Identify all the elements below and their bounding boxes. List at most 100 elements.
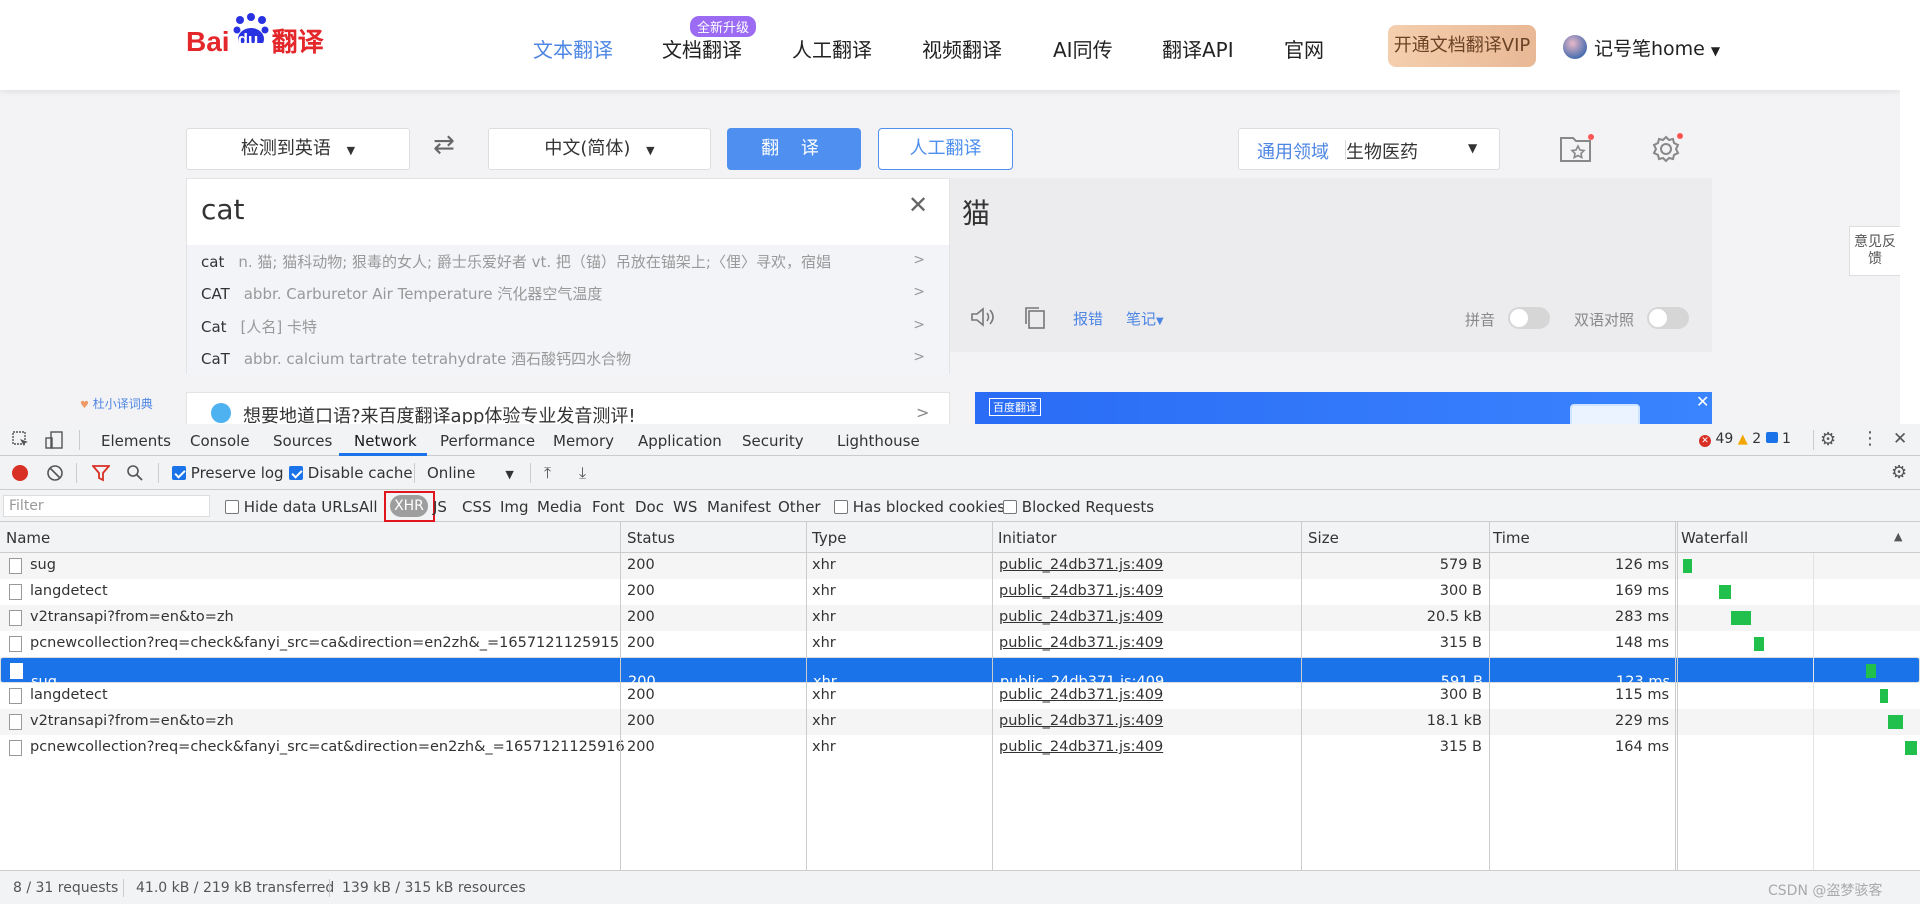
clear-input-icon[interactable]: ✕ — [908, 191, 928, 219]
type-filter-doc[interactable]: Doc — [635, 498, 664, 516]
tab-application[interactable]: Application — [638, 432, 722, 450]
table-row[interactable]: pcnewcollection?req=check&fanyi_src=cat&… — [0, 735, 1920, 761]
throttling-select[interactable]: Online ▼ — [427, 464, 514, 482]
pinyin-toggle[interactable] — [1508, 307, 1550, 329]
swap-languages-icon[interactable]: ⇄ — [433, 130, 455, 160]
column-size[interactable]: Size — [1308, 529, 1339, 547]
devtools-settings-gear-icon[interactable]: ⚙ — [1820, 429, 1836, 450]
user-menu[interactable]: 记号笔home ▼ — [1594, 34, 1720, 61]
notes-dropdown[interactable]: 笔记▼ — [1126, 308, 1164, 329]
request-initiator[interactable]: public_24db371.js:409 — [999, 635, 1163, 651]
speaker-icon[interactable] — [970, 306, 996, 332]
tab-performance[interactable]: Performance — [440, 432, 535, 450]
export-har-icon[interactable]: ⤓ — [579, 463, 586, 483]
tab-sources[interactable]: Sources — [273, 432, 332, 450]
network-settings-gear-icon[interactable]: ⚙ — [1891, 462, 1907, 483]
type-filter-js[interactable]: JS — [433, 498, 447, 516]
nav-human-translate[interactable]: 人工翻译 — [792, 34, 872, 63]
bilingual-toggle[interactable] — [1647, 307, 1689, 329]
suggestion-item[interactable]: CaT abbr. calcium tartrate tetrahydrate 酒… — [201, 348, 631, 369]
suggestion-item[interactable]: CAT abbr. Carburetor Air Temperature 汽化器空… — [201, 283, 602, 304]
table-row[interactable]: sug 200 xhr public_24db371.js:409 591 B 123 m… — [0, 657, 1920, 690]
column-type[interactable]: Type — [812, 529, 846, 547]
blocked-requests-checkbox[interactable]: Blocked Requests — [1003, 498, 1154, 516]
tab-memory[interactable]: Memory — [553, 432, 614, 450]
type-filter-font[interactable]: Font — [592, 498, 625, 516]
close-devtools-icon[interactable]: ✕ — [1893, 429, 1907, 449]
table-row[interactable]: pcnewcollection?req=check&fanyi_src=ca&d… — [0, 631, 1920, 657]
request-initiator[interactable]: public_24db371.js:409 — [999, 739, 1163, 755]
human-translate-button[interactable]: 人工翻译 — [878, 128, 1013, 170]
more-options-icon[interactable]: ⋮ — [1861, 428, 1879, 449]
column-time[interactable]: Time — [1493, 529, 1530, 547]
import-har-icon[interactable]: ⤒ — [544, 463, 551, 483]
type-filter-img[interactable]: Img — [500, 498, 529, 516]
has-blocked-cookies-checkbox[interactable]: Has blocked cookies — [834, 498, 1005, 516]
report-error-link[interactable]: 报错 — [1073, 308, 1103, 329]
type-filter-css[interactable]: CSS — [462, 498, 492, 516]
promo-banner[interactable]: 想要地道口语?来百度翻译app体验专业发音测评! > — [186, 392, 950, 424]
hide-data-urls-checkbox[interactable]: Hide data URLs — [225, 498, 359, 516]
table-row[interactable]: v2transapi?from=en&to=zh 200 xhr public_24d… — [0, 605, 1920, 631]
type-filter-ws[interactable]: WS — [673, 498, 697, 516]
type-filter-media[interactable]: Media — [537, 498, 582, 516]
device-toolbar-icon[interactable] — [44, 430, 64, 454]
request-initiator[interactable]: public_24db371.js:409 — [999, 557, 1163, 573]
domain-select[interactable]: 通用领域 生物医药 ▼ — [1238, 128, 1500, 170]
column-initiator[interactable]: Initiator — [998, 529, 1057, 547]
translate-button[interactable]: 翻 译 — [727, 128, 861, 170]
nav-translate-api[interactable]: 翻译API — [1162, 34, 1234, 63]
disable-cache-checkbox[interactable]: Disable cache — [289, 464, 413, 482]
close-ad-icon[interactable]: ✕ — [1696, 392, 1709, 411]
ad-banner[interactable]: 百度翻译 ✕ — [975, 392, 1712, 424]
nav-ai-interpret[interactable]: AI同传 — [1053, 34, 1113, 63]
settings-gear-icon[interactable] — [1650, 132, 1684, 168]
baidu-translate-logo[interactable]: Bai du 翻译 — [186, 13, 324, 59]
tab-console[interactable]: Console — [190, 432, 250, 450]
clear-log-icon[interactable] — [46, 464, 64, 486]
column-waterfall[interactable]: Waterfall — [1681, 529, 1748, 547]
request-initiator[interactable]: public_24db371.js:409 — [999, 687, 1163, 703]
dictionary-link[interactable]: ♥ 杜小译词典 — [80, 395, 153, 412]
target-language-select[interactable]: 中文(简体) ▼ — [488, 128, 711, 170]
record-button-icon[interactable] — [12, 465, 28, 481]
type-filter-all[interactable]: All — [359, 498, 378, 516]
type-filter-other[interactable]: Other — [778, 498, 821, 516]
tab-elements[interactable]: Elements — [101, 432, 171, 450]
search-icon[interactable] — [126, 464, 144, 486]
column-name[interactable]: Name — [6, 529, 50, 547]
nav-video-translate[interactable]: 视频翻译 — [922, 34, 1002, 63]
table-row[interactable]: langdetect 200 xhr public_24db371.js:409 300… — [0, 579, 1920, 605]
tab-network[interactable]: Network — [354, 432, 417, 450]
type-filter-xhr[interactable]: XHR — [390, 495, 428, 517]
table-row[interactable]: v2transapi?from=en&to=zh 200 xhr public_24d… — [0, 709, 1920, 735]
suggestion-item[interactable]: cat n. 猫; 猫科动物; 狠毒的女人; 爵士乐爱好者 vt. 把（锚）吊放在… — [201, 251, 831, 272]
issue-counters[interactable]: ✕ 49 ▲ 2 1 — [1699, 431, 1791, 447]
filter-input[interactable]: Filter — [3, 495, 210, 517]
domain-general-label[interactable]: 通用领域 — [1257, 138, 1329, 164]
table-row[interactable]: sug 200 xhr public_24db371.js:409 579 B 126 m… — [0, 553, 1920, 579]
tab-security[interactable]: Security — [742, 432, 804, 450]
preserve-log-checkbox[interactable]: Preserve log — [172, 464, 284, 482]
vip-button[interactable]: 开通文档翻译VIP — [1388, 25, 1536, 67]
source-language-select[interactable]: 检测到英语 ▼ — [186, 128, 410, 170]
inspect-element-icon[interactable] — [12, 431, 30, 453]
table-row[interactable]: langdetect 200 xhr public_24db371.js:409 300… — [0, 683, 1920, 709]
type-filter-manifest[interactable]: Manifest — [707, 498, 771, 516]
request-initiator[interactable]: public_24db371.js:409 — [999, 713, 1163, 729]
request-initiator[interactable]: public_24db371.js:409 — [999, 583, 1163, 599]
nav-official-site[interactable]: 官网 — [1284, 34, 1324, 63]
source-text-input[interactable]: cat — [201, 193, 245, 226]
tab-lighthouse[interactable]: Lighthouse — [837, 432, 920, 450]
feedback-button[interactable]: 意见反馈 — [1849, 226, 1900, 276]
sort-ascending-icon[interactable]: ▲ — [1894, 530, 1902, 543]
filter-funnel-icon[interactable] — [91, 464, 111, 486]
suggestion-item[interactable]: Cat [人名] 卡特 — [201, 316, 317, 337]
nav-doc-translate[interactable]: 文档翻译 — [662, 34, 742, 63]
column-status[interactable]: Status — [627, 529, 675, 547]
favorites-icon[interactable] — [1559, 132, 1595, 168]
request-initiator[interactable]: public_24db371.js:409 — [999, 609, 1163, 625]
copy-icon[interactable] — [1023, 306, 1047, 334]
nav-text-translate[interactable]: 文本翻译 — [533, 34, 613, 63]
avatar[interactable] — [1563, 35, 1587, 59]
